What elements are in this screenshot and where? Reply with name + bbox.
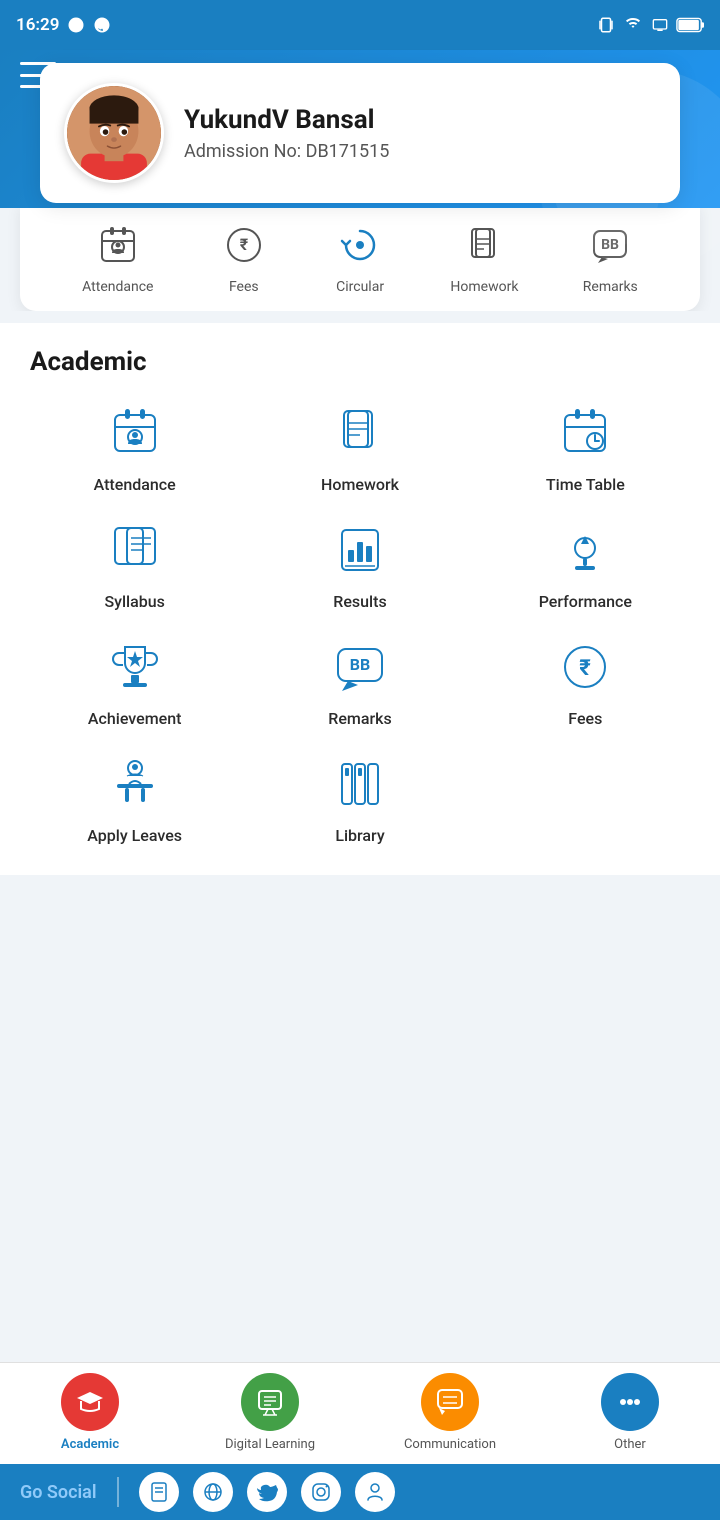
circular-quick-icon: [334, 219, 386, 271]
profile-card: YukundV Bansal Admission No: DB171515: [40, 63, 680, 203]
fees-grid-label: Fees: [568, 709, 602, 728]
social-bar: Go Social: [0, 1464, 720, 1520]
social-person-btn[interactable]: [355, 1472, 395, 1512]
nav-digitallearning[interactable]: Digital Learning: [180, 1373, 360, 1452]
nav-other-icon-wrap: [601, 1373, 659, 1431]
screen-icon: [650, 17, 670, 33]
nav-academic[interactable]: Academic: [0, 1373, 180, 1452]
twitter-social-icon: [256, 1481, 278, 1503]
library-grid-icon: [328, 752, 392, 816]
status-bar: 16:29: [0, 0, 720, 50]
syllabus-grid-icon: [103, 518, 167, 582]
communication-nav-icon: [435, 1387, 465, 1417]
attendance-quick-icon: [92, 219, 144, 271]
book-social-icon: [148, 1481, 170, 1503]
avatar: [64, 83, 164, 183]
grid-item-applyleaves[interactable]: Apply Leaves: [30, 752, 239, 845]
nav-digital-icon-wrap: [241, 1373, 299, 1431]
performance-grid-label: Performance: [539, 592, 632, 611]
grid-item-results[interactable]: Results: [255, 518, 464, 611]
nav-academic-icon-wrap: [61, 1373, 119, 1431]
fees-quick-icon: ₹: [218, 219, 270, 271]
nav-comm-icon-wrap: [421, 1373, 479, 1431]
battery-icon: [676, 17, 704, 33]
timetable-grid-label: Time Table: [546, 475, 625, 494]
grid-item-library[interactable]: Library: [255, 752, 464, 845]
instagram-social-icon: [310, 1481, 332, 1503]
homework-quick-icon: [458, 219, 510, 271]
academic-title: Academic: [30, 347, 690, 377]
svg-text:₹: ₹: [580, 656, 592, 681]
quick-action-fees[interactable]: ₹ Fees: [218, 219, 270, 295]
academic-section: Academic Attendance: [0, 323, 720, 875]
nav-other[interactable]: Other: [540, 1373, 720, 1452]
app-icon-1: [67, 16, 85, 34]
library-grid-label: Library: [335, 826, 384, 845]
results-grid-icon: [328, 518, 392, 582]
applyleaves-grid-label: Apply Leaves: [87, 826, 182, 845]
homework-quick-label: Homework: [450, 279, 518, 295]
homework-grid-icon: [328, 401, 392, 465]
person-social-icon: [364, 1481, 386, 1503]
profile-admission: Admission No: DB171515: [184, 141, 656, 162]
profile-info: YukundV Bansal Admission No: DB171515: [184, 105, 656, 162]
fees-grid-icon: ₹: [553, 635, 617, 699]
applyleaves-grid-icon: [103, 752, 167, 816]
academic-grid: Attendance Homework: [30, 401, 690, 845]
quick-action-attendance[interactable]: Attendance: [82, 219, 153, 295]
time-display: 16:29: [16, 15, 59, 35]
social-divider: [117, 1477, 119, 1507]
wifi-icon: [622, 17, 644, 33]
nav-communication[interactable]: Communication: [360, 1373, 540, 1452]
fees-quick-label: Fees: [229, 279, 259, 295]
grid-item-homework[interactable]: Homework: [255, 401, 464, 494]
social-twitter-btn[interactable]: [247, 1472, 287, 1512]
grid-item-performance[interactable]: Performance: [481, 518, 690, 611]
social-globe-btn[interactable]: [193, 1472, 233, 1512]
other-nav-icon: [615, 1387, 645, 1417]
avatar-image: [67, 83, 161, 183]
grid-item-remarks[interactable]: BB Remarks: [255, 635, 464, 728]
app-icon-2: [93, 16, 111, 34]
globe-social-icon: [202, 1481, 224, 1503]
academic-nav-icon: [75, 1387, 105, 1417]
attendance-grid-icon: [103, 401, 167, 465]
homework-grid-label: Homework: [321, 475, 399, 494]
achievement-grid-label: Achievement: [88, 709, 182, 728]
nav-comm-label: Communication: [404, 1437, 496, 1452]
remarks-quick-label: Remarks: [583, 279, 638, 295]
profile-name: YukundV Bansal: [184, 105, 656, 135]
vibrate-icon: [596, 16, 616, 34]
quick-action-homework[interactable]: Homework: [450, 219, 518, 295]
nav-other-label: Other: [614, 1437, 646, 1452]
remarks-grid-icon: BB: [328, 635, 392, 699]
svg-text:BB: BB: [350, 655, 370, 674]
digital-nav-icon: [255, 1387, 285, 1417]
quick-action-circular[interactable]: Circular: [334, 219, 386, 295]
attendance-grid-label: Attendance: [94, 475, 176, 494]
grid-item-attendance[interactable]: Attendance: [30, 401, 239, 494]
remarks-grid-label: Remarks: [328, 709, 391, 728]
grid-item-syllabus[interactable]: Syllabus: [30, 518, 239, 611]
nav-digital-label: Digital Learning: [225, 1437, 315, 1452]
achievement-grid-icon: [103, 635, 167, 699]
circular-quick-label: Circular: [336, 279, 384, 295]
performance-grid-icon: [553, 518, 617, 582]
results-grid-label: Results: [333, 592, 386, 611]
go-social-label: Go Social: [20, 1482, 97, 1503]
grid-item-achievement[interactable]: Achievement: [30, 635, 239, 728]
attendance-quick-label: Attendance: [82, 279, 153, 295]
social-instagram-btn[interactable]: [301, 1472, 341, 1512]
syllabus-grid-label: Syllabus: [104, 592, 164, 611]
social-book-btn[interactable]: [139, 1472, 179, 1512]
timetable-grid-icon: [553, 401, 617, 465]
bottom-navigation: Academic Digital Learning Communication: [0, 1362, 720, 1464]
grid-item-timetable[interactable]: Time Table: [481, 401, 690, 494]
grid-item-fees[interactable]: ₹ Fees: [481, 635, 690, 728]
svg-text:₹: ₹: [240, 235, 249, 254]
social-icons-row: [139, 1472, 395, 1512]
nav-academic-label: Academic: [61, 1437, 119, 1452]
